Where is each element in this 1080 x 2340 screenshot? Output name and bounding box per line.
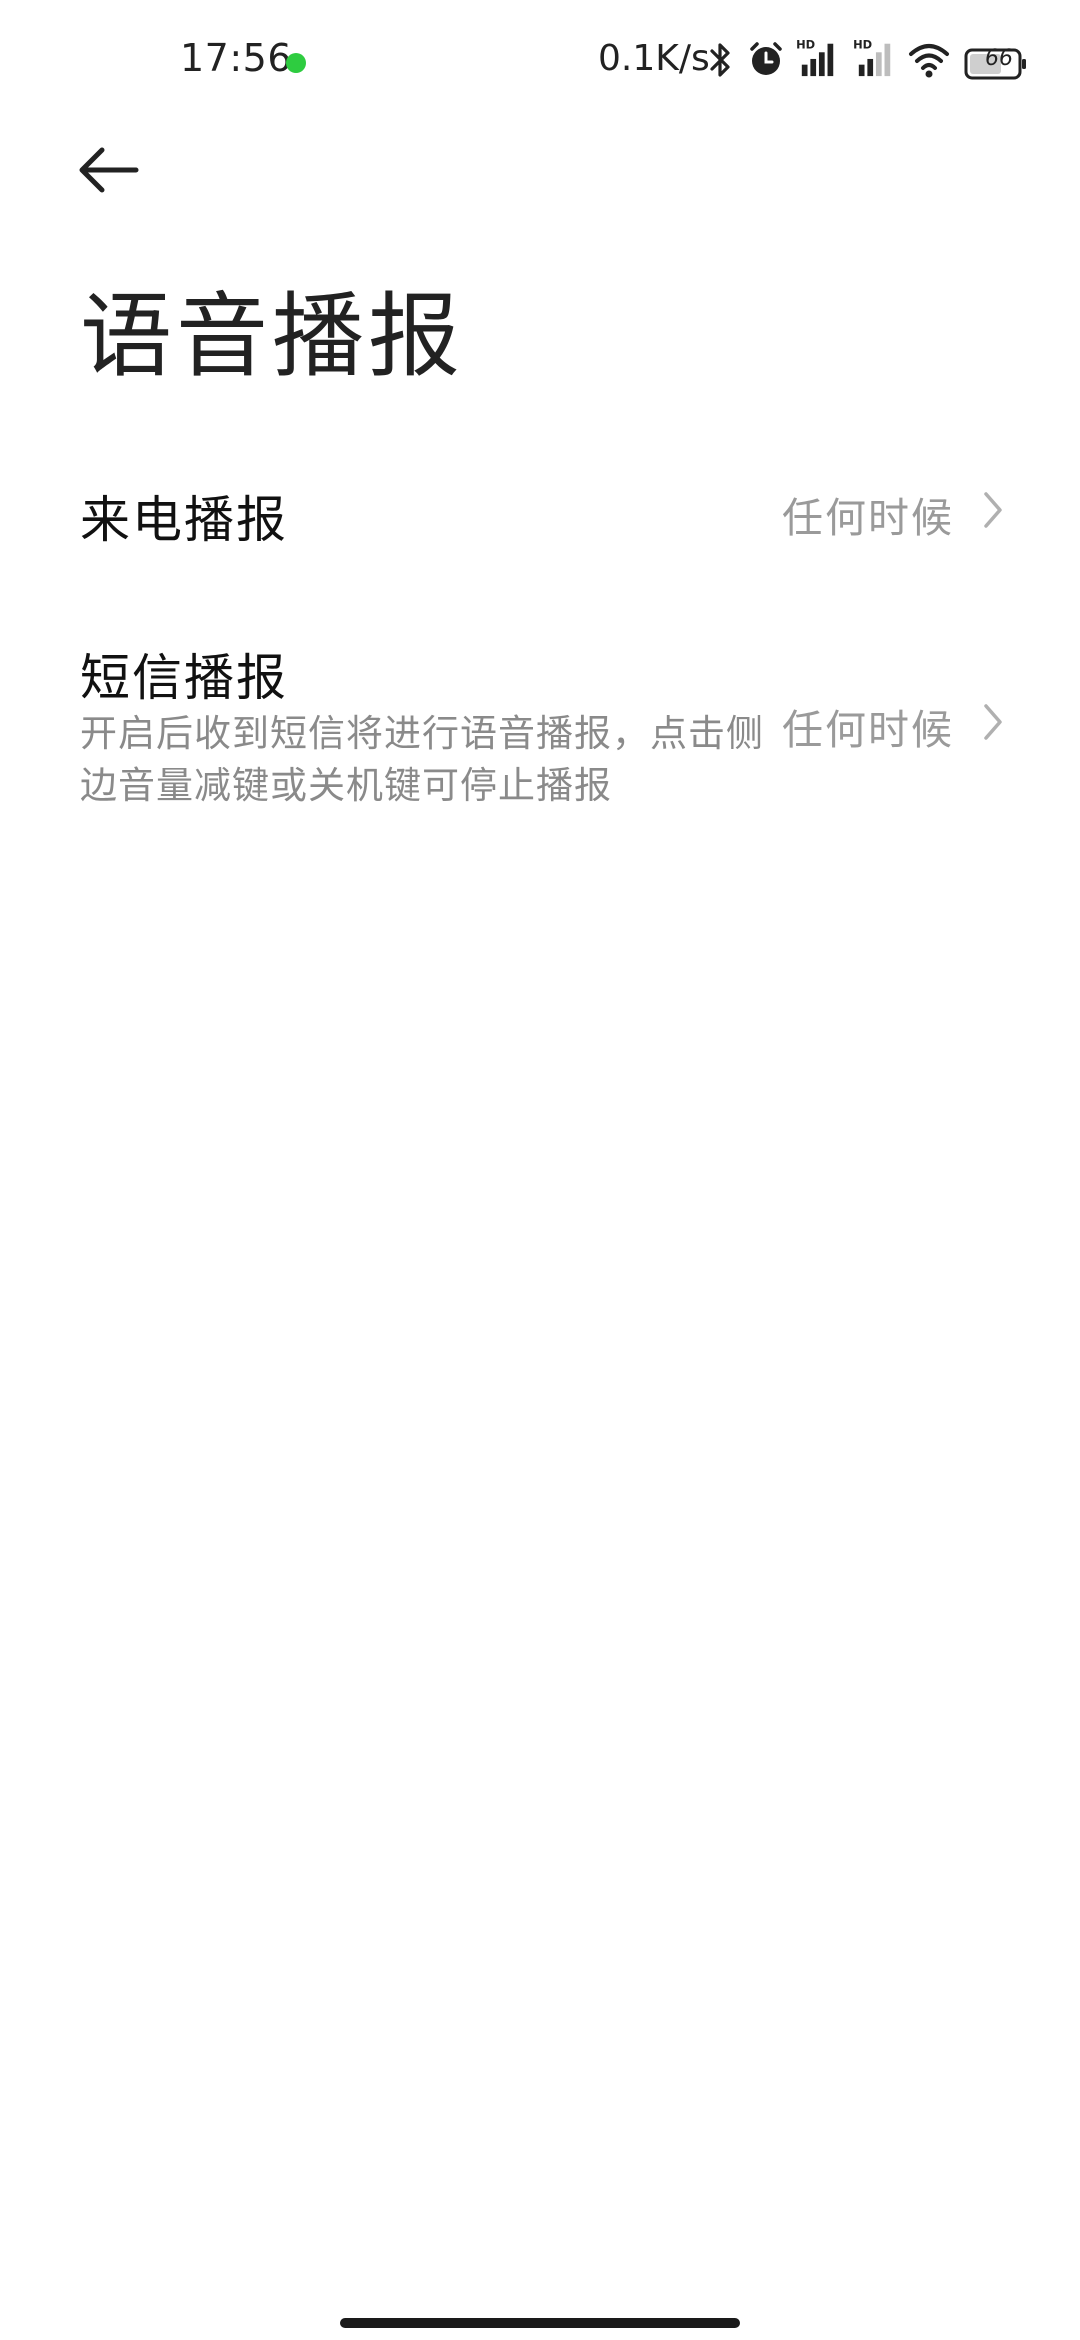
chevron-right-icon [984,492,1002,528]
incoming-call-announcement-title: 来电播报 [80,491,288,549]
sms-announcement-title: 短信播报 [80,649,288,707]
home-indicator[interactable] [340,2318,740,2328]
arrow-left-icon [79,147,139,193]
wifi-icon [909,44,949,78]
hd-signal-icon: HD [853,38,891,77]
alarm-icon [750,42,782,75]
status-indicator-dot [286,53,306,73]
page-title: 语音播报 [80,283,465,390]
status-bar: 17:56 0.1K/s HD HD 66 [0,0,1080,120]
svg-text:HD: HD [853,38,872,51]
sms-announcement-row[interactable]: 短信播报 开启后收到短信将进行语音播报，点击侧边音量减键或关机键可停止播报 任何… [0,620,1080,820]
sms-announcement-value: 任何时候 [782,706,954,754]
bluetooth-icon [710,43,730,77]
status-time: 17:56 [180,36,293,80]
incoming-call-announcement-row[interactable]: 来电播报 任何时候 [0,450,1080,570]
battery-level: 66 [985,46,1013,71]
svg-text:HD: HD [796,38,815,51]
hd-signal-icon: HD [796,38,834,77]
chevron-right-icon [984,704,1002,740]
net-speed: 0.1K/s [598,38,710,79]
back-button[interactable] [70,130,150,210]
sms-announcement-description: 开启后收到短信将进行语音播报，点击侧边音量减键或关机键可停止播报 [80,712,764,807]
incoming-call-announcement-value: 任何时候 [782,494,954,542]
